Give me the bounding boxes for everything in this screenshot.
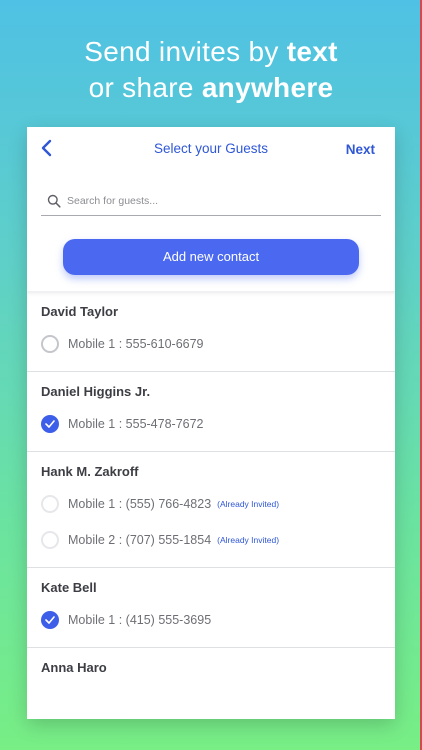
headline-line-1: Send invites by text <box>84 36 338 67</box>
guest-selection-card: Select your Guests Next Add new contact … <box>27 127 395 719</box>
contact-name: Anna Haro <box>41 660 107 675</box>
phone-number-option: Mobile 2 : (707) 555-1854 (Already Invite… <box>41 529 395 551</box>
search-bar[interactable] <box>41 189 381 216</box>
contact-item: David Taylor Mobile 1 : 555-610-6679 <box>27 292 395 372</box>
contact-item: Anna Haro <box>27 648 395 699</box>
contact-name: Kate Bell <box>41 580 97 595</box>
headline-line-2: or share anywhere <box>88 72 334 103</box>
phone-number-option[interactable]: Mobile 1 : 555-478-7672 <box>41 413 395 435</box>
contact-item: Kate Bell Mobile 1 : (415) 555-3695 <box>27 568 395 648</box>
contact-name: Hank M. Zakroff <box>41 464 139 479</box>
contact-name: David Taylor <box>41 304 119 319</box>
promo-headline: Send invites by text or share anywhere <box>0 34 422 106</box>
phone-number-label: Mobile 1 : (415) 555-3695 <box>68 613 212 627</box>
checkmark-icon <box>45 420 55 428</box>
contact-name: Daniel Higgins Jr. <box>41 384 151 399</box>
search-icon <box>47 194 61 208</box>
phone-number-option[interactable]: Mobile 1 : 555-610-6679 <box>41 333 395 355</box>
page-title: Select your Guests <box>153 141 269 156</box>
phone-number-option: Mobile 1 : (555) 766-4823 (Already Invite… <box>41 493 395 515</box>
phone-number-label: Mobile 1 : 555-610-6679 <box>68 337 204 351</box>
radio-checked[interactable] <box>41 611 59 629</box>
phone-number-label: Mobile 1 : 555-478-7672 <box>68 417 204 431</box>
contact-item: Hank M. Zakroff Mobile 1 : (555) 766-4823… <box>27 452 395 568</box>
contact-item: Daniel Higgins Jr. Mobile 1 : 555-478-767… <box>27 372 395 452</box>
add-new-contact-button[interactable]: Add new contact <box>63 239 359 275</box>
checkmark-icon <box>45 616 55 624</box>
phone-number-option[interactable]: Mobile 1 : (415) 555-3695 <box>41 609 395 631</box>
already-invited-badge: (Already Invited) <box>217 535 280 545</box>
search-input[interactable] <box>67 192 367 210</box>
nav-bar: Select your Guests Next <box>27 127 395 173</box>
radio-unchecked <box>41 495 59 513</box>
next-button[interactable]: Next <box>346 142 375 157</box>
contact-list: David Taylor Mobile 1 : 555-610-6679 Danie… <box>27 291 395 699</box>
radio-unchecked <box>41 531 59 549</box>
phone-number-label: Mobile 1 : (555) 766-4823 <box>68 497 212 511</box>
phone-number-label: Mobile 2 : (707) 555-1854 <box>68 533 212 547</box>
radio-unchecked[interactable] <box>41 335 59 353</box>
radio-checked[interactable] <box>41 415 59 433</box>
already-invited-badge: (Already Invited) <box>217 499 280 509</box>
